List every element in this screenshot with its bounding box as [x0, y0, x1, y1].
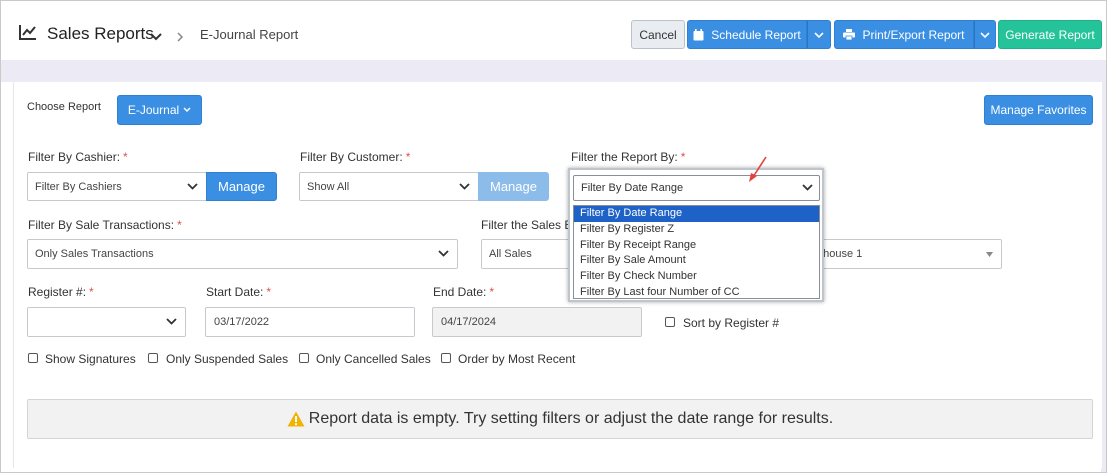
register-text: Register #: [28, 285, 87, 299]
option-last-four-cc[interactable]: Filter By Last four Number of CC [574, 285, 819, 301]
only-suspended-label: Only Suspended Sales [166, 352, 289, 366]
cashier-select[interactable]: Filter By Cashiers [27, 172, 207, 201]
register-select[interactable] [27, 307, 186, 337]
chevron-down-icon [187, 181, 198, 193]
choose-report-label: Choose Report [27, 101, 101, 113]
customer-filter-text: Filter By Customer: [300, 150, 403, 164]
cashier-select-value: Filter By Cashiers [35, 180, 122, 193]
start-date-text: Start Date: [206, 285, 264, 299]
schedule-report-button[interactable]: Schedule Report [687, 20, 807, 49]
chevron-down-icon [438, 248, 449, 260]
manage-customers-button[interactable]: Manage [478, 172, 549, 201]
annotation-arrow-icon [746, 155, 770, 185]
show-signatures-checkbox[interactable] [28, 353, 38, 363]
option-receipt-range[interactable]: Filter By Receipt Range [574, 238, 819, 254]
option-register-z[interactable]: Filter By Register Z [574, 222, 819, 238]
option-date-range[interactable]: Filter By Date Range [574, 206, 819, 222]
sale-transactions-text: Filter By Sale Transactions: [28, 218, 175, 232]
report-by-filter-text: Filter the Report By: [571, 150, 678, 164]
header-separator [1, 60, 1104, 82]
customer-select[interactable]: Show All [299, 172, 479, 201]
option-check-number[interactable]: Filter By Check Number [574, 269, 819, 285]
empty-report-alert: Report data is empty. Try setting filter… [27, 399, 1093, 439]
chevron-down-icon [183, 107, 191, 113]
schedule-dropdown-toggle[interactable] [807, 20, 831, 49]
generate-report-button[interactable]: Generate Report [998, 20, 1102, 49]
line-chart-icon [19, 24, 37, 40]
cashier-filter-label: Filter By Cashier: * [28, 150, 128, 164]
only-cancelled-label: Only Cancelled Sales [316, 352, 431, 366]
end-date-label: End Date: * [433, 285, 494, 299]
report-type-button[interactable]: E-Journal [117, 95, 202, 125]
required-marker: * [123, 150, 128, 164]
print-dropdown-toggle[interactable] [974, 20, 996, 49]
start-date-label: Start Date: * [206, 285, 271, 299]
cancel-label: Cancel [639, 27, 677, 42]
only-cancelled-checkbox[interactable] [299, 353, 309, 363]
sales-by-filter-label: Filter the Sales B [481, 218, 573, 232]
required-marker: * [89, 285, 94, 299]
required-marker: * [177, 218, 182, 232]
required-marker: * [680, 150, 686, 164]
show-signatures-label: Show Signatures [45, 352, 136, 366]
chevron-down-icon [166, 316, 177, 328]
chevron-down-icon [459, 181, 470, 193]
chevron-down-icon [980, 28, 990, 42]
customer-select-value: Show All [307, 180, 350, 193]
customer-filter-label: Filter By Customer: * [300, 150, 410, 164]
required-marker: * [266, 285, 272, 299]
page-title: Sales Reports [47, 24, 154, 43]
end-date-input[interactable]: 04/17/2024 [432, 307, 642, 337]
start-date-input[interactable]: 03/17/2022 [205, 307, 415, 337]
print-label: Print/Export Report [862, 27, 965, 42]
caret-down-icon [986, 248, 993, 260]
manage-favorites-button[interactable]: Manage Favorites [984, 95, 1093, 125]
print-export-button[interactable]: Print/Export Report [834, 20, 974, 49]
only-suspended-checkbox[interactable] [148, 353, 158, 363]
manage-cashiers-label: Manage [218, 179, 265, 194]
start-date-value: 03/17/2022 [214, 316, 270, 328]
report-by-dropdown: Filter By Date Range Filter By Date Rang… [568, 168, 824, 302]
chevron-right-icon [176, 29, 184, 42]
sort-by-register-checkbox[interactable] [665, 317, 675, 327]
breadcrumb: E-Journal Report [200, 27, 299, 42]
sale-transactions-value: Only Sales Transactions [35, 248, 154, 260]
cashier-filter-text: Filter By Cashier: [28, 150, 121, 164]
sort-by-register-label: Sort by Register # [683, 316, 780, 330]
warehouse-select[interactable]: ehouse 1 [808, 239, 1002, 269]
generate-label: Generate Report [1005, 27, 1095, 42]
manage-customers-label: Manage [490, 179, 537, 194]
chevron-down-icon [814, 28, 824, 42]
order-recent-label: Order by Most Recent [458, 352, 576, 366]
end-date-text: End Date: [433, 285, 487, 299]
sales-by-value: All Sales [489, 248, 532, 260]
printer-icon [843, 29, 856, 40]
alert-message: Report data is empty. Try setting filter… [308, 410, 834, 427]
report-by-select[interactable]: Filter By Date Range [573, 175, 820, 201]
report-by-value: Filter By Date Range [581, 182, 684, 194]
report-by-options: Filter By Date Range Filter By Register … [573, 205, 820, 299]
manage-favorites-label: Manage Favorites [990, 103, 1087, 117]
end-date-value: 04/17/2024 [441, 316, 497, 328]
warning-icon [287, 411, 305, 427]
calendar-icon [693, 28, 704, 41]
manage-cashiers-button[interactable]: Manage [206, 172, 277, 201]
cancel-button[interactable]: Cancel [631, 20, 685, 49]
register-label: Register #: * [28, 285, 94, 299]
required-marker: * [489, 285, 495, 299]
schedule-label: Schedule Report [711, 27, 801, 42]
required-marker: * [405, 150, 411, 164]
chevron-down-icon [802, 182, 813, 194]
order-recent-checkbox[interactable] [441, 353, 451, 363]
sales-by-select[interactable]: All Sales [481, 239, 581, 269]
sale-transactions-select[interactable]: Only Sales Transactions [27, 239, 458, 269]
chevron-down-icon[interactable] [150, 29, 162, 41]
report-type-label: E-Journal [127, 103, 180, 117]
option-sale-amount[interactable]: Filter By Sale Amount [574, 253, 819, 269]
sale-transactions-label: Filter By Sale Transactions: * [28, 218, 182, 232]
report-by-filter-label: Filter the Report By: * [571, 150, 685, 164]
